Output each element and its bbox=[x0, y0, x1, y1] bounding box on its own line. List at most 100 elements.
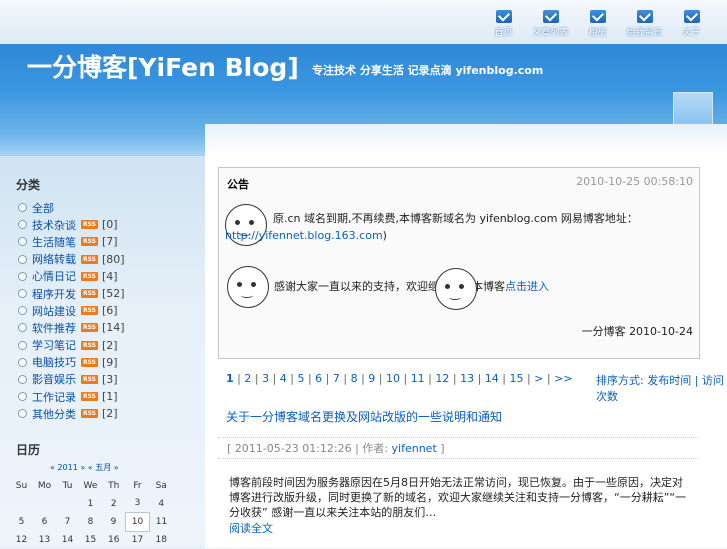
calendar-day[interactable]: 12 bbox=[10, 531, 33, 549]
category-link[interactable]: 网络转载 bbox=[32, 251, 76, 267]
page-link[interactable]: 8 bbox=[351, 372, 358, 385]
page-link[interactable]: >> bbox=[554, 372, 572, 385]
rss-icon[interactable]: RSS bbox=[81, 323, 98, 333]
nav-label: 相册 bbox=[588, 28, 607, 38]
rss-icon[interactable]: RSS bbox=[81, 289, 98, 299]
category-count: [2] bbox=[102, 338, 118, 352]
category-link[interactable]: 网站建设 bbox=[32, 303, 76, 319]
calendar-nav[interactable]: « 2011 » « 五月 » bbox=[50, 462, 119, 473]
rss-icon[interactable]: RSS bbox=[81, 220, 98, 230]
page-link[interactable]: 7 bbox=[333, 372, 340, 385]
category-count: [1] bbox=[102, 390, 118, 404]
notice-line-2: 感谢大家一直以来的支持，欢迎继续访问本博客点击进入 bbox=[274, 278, 549, 294]
rss-icon[interactable]: RSS bbox=[81, 237, 98, 247]
nav-label: 首页 bbox=[494, 28, 513, 38]
arrow-icon bbox=[636, 10, 653, 23]
calendar-day[interactable]: 16 bbox=[102, 531, 126, 549]
page-link[interactable]: 3 bbox=[262, 372, 269, 385]
calendar-weekday: Th bbox=[108, 480, 120, 491]
category-link[interactable]: 学习笔记 bbox=[32, 337, 76, 353]
rss-icon[interactable]: RSS bbox=[81, 409, 98, 419]
calendar-day[interactable]: 1 bbox=[79, 495, 102, 513]
nav-item-1[interactable]: 文章列表 bbox=[527, 10, 574, 38]
rss-icon[interactable]: RSS bbox=[81, 306, 98, 316]
nav-item-2[interactable]: 相册 bbox=[574, 10, 621, 38]
page-link[interactable]: 10 bbox=[386, 372, 400, 385]
category-link[interactable]: 软件推荐 bbox=[32, 320, 76, 336]
pager-separator: | bbox=[357, 372, 369, 385]
blog-title[interactable]: 一分博客[YiFen Blog] bbox=[27, 48, 299, 84]
category-count: [7] bbox=[102, 235, 118, 249]
bullet-icon bbox=[18, 289, 27, 299]
category-link[interactable]: 全部 bbox=[32, 200, 54, 216]
page-link[interactable]: 12 bbox=[435, 372, 449, 385]
read-more-link[interactable]: 阅读全文 bbox=[229, 520, 273, 536]
category-count: [80] bbox=[102, 252, 125, 266]
calendar-day[interactable]: 7 bbox=[56, 513, 79, 532]
bullet-icon bbox=[18, 340, 27, 350]
arrow-icon bbox=[589, 10, 606, 23]
calendar-day[interactable]: 10 bbox=[125, 512, 150, 532]
calendar-day[interactable]: 3 bbox=[126, 495, 150, 513]
category-link[interactable]: 工作记录 bbox=[32, 389, 76, 405]
top-nav: 首页 文章列表 相册 给我留言 关于 bbox=[480, 10, 715, 38]
rss-icon[interactable]: RSS bbox=[81, 357, 98, 367]
calendar-day[interactable]: 4 bbox=[150, 495, 174, 513]
pager-separator: | bbox=[424, 372, 436, 385]
calendar-day[interactable]: 6 bbox=[33, 513, 56, 532]
page-link: 1 bbox=[226, 372, 234, 385]
bullet-icon bbox=[18, 306, 27, 316]
category-count: [52] bbox=[102, 287, 125, 301]
rss-icon[interactable]: RSS bbox=[81, 392, 98, 402]
page-link[interactable]: 15 bbox=[510, 372, 524, 385]
category-link[interactable]: 其他分类 bbox=[32, 406, 76, 422]
calendar-day bbox=[10, 495, 33, 513]
page-link[interactable]: 13 bbox=[460, 372, 474, 385]
post-title[interactable]: 关于一分博客域名更换及网站改版的一些说明和通知 bbox=[226, 408, 502, 425]
calendar-day[interactable]: 15 bbox=[79, 531, 102, 549]
calendar-day[interactable]: 17 bbox=[126, 531, 150, 549]
pagination: 1 | 2 | 3 | 4 | 5 | 6 | 7 | 8 | 9 | 10 |… bbox=[226, 372, 573, 385]
nav-item-3[interactable]: 给我留言 bbox=[621, 10, 668, 38]
category-link[interactable]: 电脑技巧 bbox=[32, 354, 76, 370]
notice-text-end: ) bbox=[382, 229, 387, 242]
category-item: 心情日记 RSS [4] bbox=[18, 268, 125, 285]
calendar-day[interactable]: 9 bbox=[102, 513, 126, 532]
calendar-day[interactable]: 14 bbox=[56, 531, 79, 549]
calendar-heading: 日历 bbox=[16, 443, 41, 457]
calendar-day[interactable]: 8 bbox=[79, 513, 102, 532]
rss-icon[interactable]: RSS bbox=[81, 271, 98, 281]
category-link[interactable]: 程序开发 bbox=[32, 286, 76, 302]
pager-separator: | bbox=[375, 372, 386, 385]
sort-by-date[interactable]: 发布时间 bbox=[647, 374, 691, 387]
page-link[interactable]: 4 bbox=[280, 372, 287, 385]
category-item: 生活随笔 RSS [7] bbox=[18, 233, 125, 250]
category-link[interactable]: 技术杂谈 bbox=[32, 217, 76, 233]
rss-icon[interactable]: RSS bbox=[81, 340, 98, 350]
nav-label: 关于 bbox=[682, 28, 701, 38]
page-link[interactable]: 14 bbox=[485, 372, 499, 385]
calendar-day[interactable]: 2 bbox=[102, 495, 126, 513]
category-link[interactable]: 影音娱乐 bbox=[32, 371, 76, 387]
calendar-day[interactable]: 5 bbox=[10, 513, 33, 532]
calendar-day[interactable]: 11 bbox=[150, 513, 174, 532]
post-author-link[interactable]: yifennet bbox=[392, 442, 437, 455]
calendar-day[interactable]: 18 bbox=[150, 531, 174, 549]
calendar-day[interactable]: 13 bbox=[33, 531, 56, 549]
rss-icon[interactable]: RSS bbox=[81, 374, 98, 384]
post-meta-end: ] bbox=[440, 442, 445, 455]
nav-item-4[interactable]: 关于 bbox=[668, 10, 715, 38]
nav-item-0[interactable]: 首页 bbox=[480, 10, 527, 38]
category-link[interactable]: 心情日记 bbox=[32, 268, 76, 284]
bullet-icon bbox=[18, 409, 27, 419]
enter-link[interactable]: 点击进入 bbox=[505, 280, 549, 293]
rss-icon[interactable]: RSS bbox=[81, 254, 98, 264]
blog163-link[interactable]: http://yifennet.blog.163.com bbox=[225, 229, 383, 242]
category-link[interactable]: 生活随笔 bbox=[32, 234, 76, 250]
categories-heading: 分类 bbox=[16, 178, 41, 192]
category-item: 软件推荐 RSS [14] bbox=[18, 319, 125, 336]
main-top-band bbox=[205, 124, 727, 154]
pager-separator: | bbox=[339, 372, 351, 385]
bullet-icon bbox=[18, 271, 27, 281]
page-link[interactable]: 11 bbox=[411, 372, 425, 385]
